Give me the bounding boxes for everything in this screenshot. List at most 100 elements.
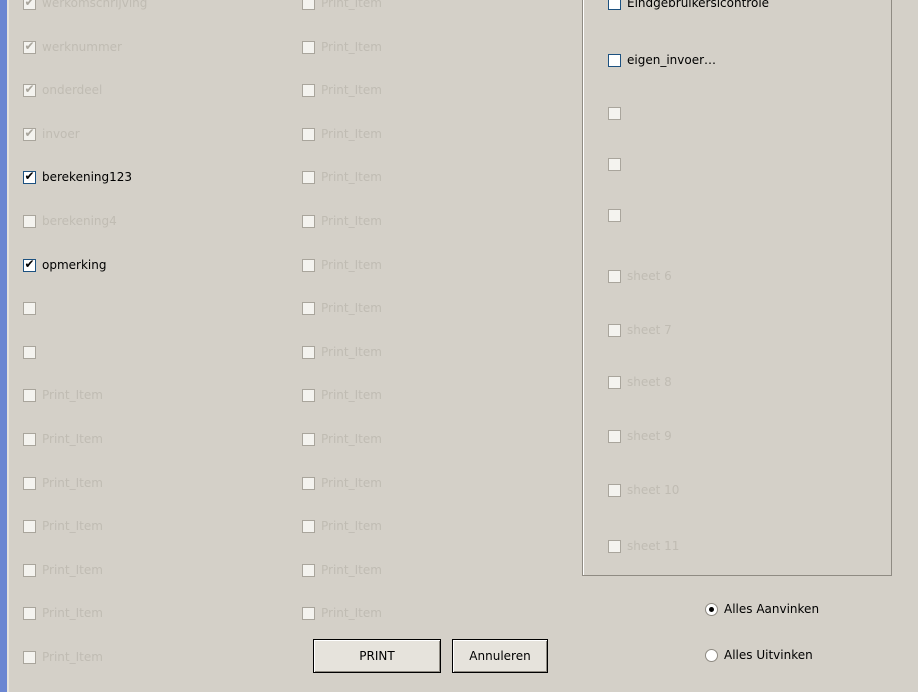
sheet-checkbox-7-label: sheet 8 <box>627 375 672 389</box>
column1-checkbox-2-box: ✔ <box>23 82 36 97</box>
sheet-checkbox-1-label: eigen_invoer… <box>627 53 717 67</box>
column1-checkbox-0-label: werkomschrijving <box>42 0 148 10</box>
column2-checkbox-5: Print_Item <box>302 213 382 229</box>
column2-checkbox-4-label: Print_Item <box>321 170 382 184</box>
column1-checkbox-9-label: Print_Item <box>42 388 103 402</box>
column2-checkbox-5-label: Print_Item <box>321 214 382 228</box>
column1-checkbox-5-box <box>23 214 36 228</box>
sheet-checkbox-8-label: sheet 9 <box>627 429 672 443</box>
column2-checkbox-4: Print_Item <box>302 169 382 185</box>
column2-checkbox-12-box <box>302 519 315 533</box>
checkmark-icon: ✔ <box>24 125 35 140</box>
column1-checkbox-13-label: Print_Item <box>42 563 103 577</box>
column1-checkbox-14-box <box>23 606 36 620</box>
sheet-checkbox-7: sheet 8 <box>608 374 672 390</box>
sheet-checkbox-1-box[interactable] <box>608 53 621 67</box>
column1-checkbox-3-label: invoer <box>42 127 80 141</box>
radio-uncheck-all-indicator[interactable] <box>705 648 718 662</box>
column2-checkbox-2-label: Print_Item <box>321 83 382 97</box>
sheet-checkbox-8: sheet 9 <box>608 428 672 444</box>
cancel-button[interactable]: Annuleren <box>452 639 548 673</box>
column2-checkbox-9: Print_Item <box>302 387 382 403</box>
column1-checkbox-13-box <box>23 563 36 577</box>
column2-checkbox-2-box <box>302 83 315 97</box>
column1-checkbox-10-box <box>23 432 36 446</box>
column2-checkbox-1: Print_Item <box>302 39 382 55</box>
column2-checkbox-3-label: Print_Item <box>321 127 382 141</box>
sheet-checkbox-4-box <box>608 208 621 222</box>
radio-check-all-indicator[interactable] <box>705 602 718 616</box>
sheet-checkbox-0-box[interactable] <box>608 0 621 10</box>
column1-checkbox-6[interactable]: ✔ opmerking <box>23 257 106 273</box>
radio-uncheck-all[interactable]: Alles Uitvinken <box>705 647 813 663</box>
column1-checkbox-15-label: Print_Item <box>42 650 103 664</box>
column2-checkbox-3: Print_Item <box>302 126 382 142</box>
column1-checkbox-6-label: opmerking <box>42 258 107 272</box>
sheet-checkbox-6-box <box>608 323 621 337</box>
column1-checkbox-3: ✔ invoer <box>23 126 80 142</box>
column1-checkbox-4-box[interactable]: ✔ <box>23 168 36 184</box>
column2-checkbox-14: Print_Item <box>302 605 382 621</box>
column2-checkbox-13: Print_Item <box>302 562 382 578</box>
column2-checkbox-9-label: Print_Item <box>321 388 382 402</box>
sheet-checkbox-3 <box>608 156 627 172</box>
column1-checkbox-0: ✔ werkomschrijving <box>23 0 147 11</box>
radio-uncheck-all-label: Alles Uitvinken <box>724 648 813 662</box>
column1-checkbox-11: Print_Item <box>23 475 103 491</box>
sheet-checkbox-4 <box>608 207 627 223</box>
column2-checkbox-4-box <box>302 170 315 184</box>
column2-checkbox-7-box <box>302 301 315 315</box>
column1-checkbox-11-label: Print_Item <box>42 476 103 490</box>
sheet-checkbox-6-label: sheet 7 <box>627 323 672 337</box>
column1-checkbox-11-box <box>23 476 36 490</box>
column1-checkbox-9: Print_Item <box>23 387 103 403</box>
column1-checkbox-4[interactable]: ✔ berekening123 <box>23 169 132 185</box>
column2-checkbox-5-box <box>302 214 315 228</box>
column1-checkbox-15-box <box>23 650 36 664</box>
sheet-checkbox-0[interactable]: Eindgebruikersicontrole <box>608 0 769 11</box>
column2-checkbox-1-label: Print_Item <box>321 40 382 54</box>
column2-checkbox-14-label: Print_Item <box>321 606 382 620</box>
column1-checkbox-14: Print_Item <box>23 605 103 621</box>
column2-checkbox-10-label: Print_Item <box>321 432 382 446</box>
sheet-checkbox-9-label: sheet 10 <box>627 483 680 497</box>
checkmark-icon: ✔ <box>24 168 35 183</box>
column2-checkbox-11: Print_Item <box>302 475 382 491</box>
column1-checkbox-6-box[interactable]: ✔ <box>23 257 36 272</box>
column2-checkbox-0-box <box>302 0 315 10</box>
radio-check-all-label: Alles Aanvinken <box>724 602 820 616</box>
column1-checkbox-8 <box>23 344 42 360</box>
column1-checkbox-3-box: ✔ <box>23 125 36 141</box>
column1-checkbox-12: Print_Item <box>23 518 103 534</box>
column1-checkbox-1-box: ✔ <box>23 39 36 54</box>
column2-checkbox-13-label: Print_Item <box>321 563 382 577</box>
column1-checkbox-14-label: Print_Item <box>42 606 103 620</box>
sheet-checkbox-8-box <box>608 429 621 443</box>
column2-checkbox-7: Print_Item <box>302 300 382 316</box>
cancel-button-label: Annuleren <box>469 649 531 663</box>
checkmark-icon: ✔ <box>24 0 35 9</box>
column1-checkbox-1-label: werknummer <box>42 40 122 54</box>
sheet-checkbox-1[interactable]: eigen_invoer… <box>608 52 716 68</box>
column2-checkbox-0-label: Print_Item <box>321 0 382 10</box>
column1-checkbox-13: Print_Item <box>23 562 103 578</box>
print-button[interactable]: PRINT <box>313 639 441 673</box>
window-left-edge <box>7 0 9 692</box>
column1-checkbox-2: ✔ onderdeel <box>23 82 102 98</box>
sheet-checkbox-2 <box>608 105 627 121</box>
column2-checkbox-12-label: Print_Item <box>321 519 382 533</box>
column1-checkbox-4-label: berekening123 <box>42 170 133 184</box>
column1-checkbox-0-box: ✔ <box>23 0 36 10</box>
column1-checkbox-2-label: onderdeel <box>42 83 103 97</box>
radio-check-all[interactable]: Alles Aanvinken <box>705 601 819 617</box>
column2-checkbox-2: Print_Item <box>302 82 382 98</box>
column2-checkbox-9-box <box>302 388 315 402</box>
column1-checkbox-12-label: Print_Item <box>42 519 103 533</box>
column2-checkbox-6-label: Print_Item <box>321 258 382 272</box>
column2-checkbox-14-box <box>302 606 315 620</box>
sheet-checkbox-5: sheet 6 <box>608 268 672 284</box>
column1-checkbox-12-box <box>23 519 36 533</box>
column2-checkbox-0: Print_Item <box>302 0 382 11</box>
column1-checkbox-15: Print_Item <box>23 649 103 665</box>
sheet-checkbox-10-label: sheet 11 <box>627 539 680 553</box>
